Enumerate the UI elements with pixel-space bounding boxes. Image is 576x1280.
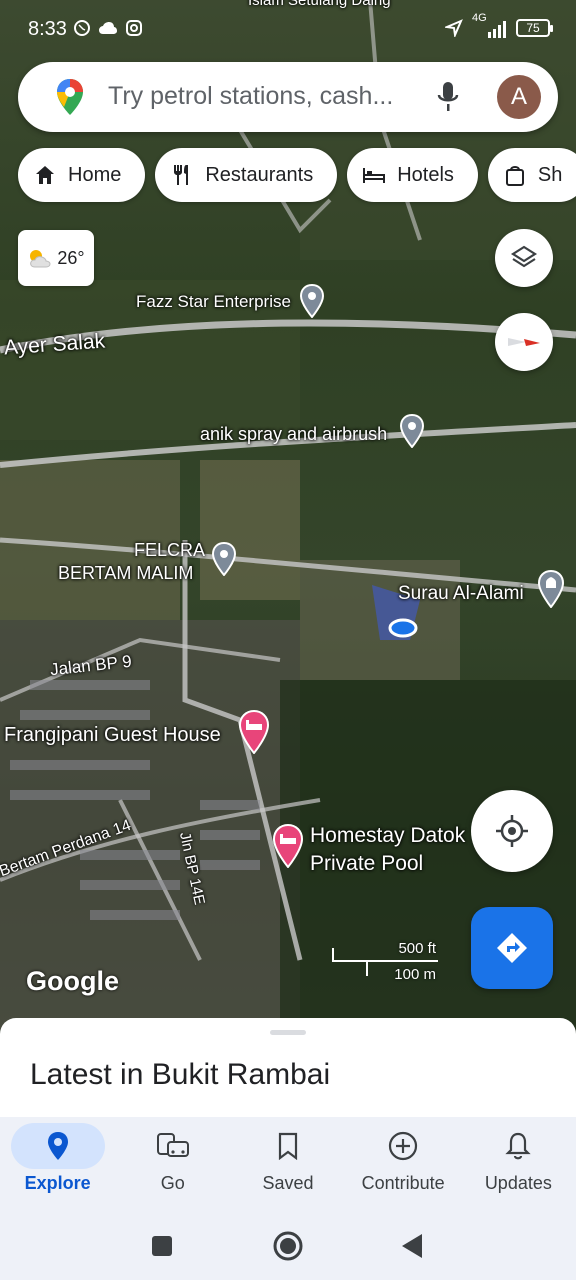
chip-label: Restaurants: [205, 163, 314, 186]
place-label-homestay-2[interactable]: Private Pool: [310, 852, 423, 876]
nav-label: Updates: [484, 1173, 552, 1193]
place-label-frangipani[interactable]: Frangipani Guest House: [4, 724, 221, 747]
hotel-pin-icon[interactable]: [239, 710, 269, 754]
directions-icon: [497, 933, 527, 963]
chip-label: Sh: [537, 163, 563, 186]
nav-contribute[interactable]: Contribute: [346, 1117, 461, 1210]
status-time: 8:33: [28, 18, 67, 40]
nav-explore[interactable]: Explore: [0, 1117, 115, 1210]
bell-icon: [505, 1131, 531, 1161]
nav-label: Explore: [24, 1173, 91, 1193]
signal-icon: 4G: [472, 12, 508, 38]
place-pin-icon[interactable]: [400, 414, 424, 448]
nav-saved[interactable]: Saved: [230, 1117, 345, 1210]
system-navigation-bar: [0, 1210, 576, 1280]
commute-icon: [156, 1131, 190, 1161]
mic-icon[interactable]: [436, 80, 460, 114]
sheet-title: Latest in Bukit Rambai: [30, 1058, 331, 1091]
sheet-drag-handle[interactable]: [270, 1030, 306, 1035]
google-logo: Google: [26, 966, 119, 996]
compass-button[interactable]: [495, 313, 553, 371]
nav-go[interactable]: Go: [115, 1117, 230, 1210]
shopping-bag-icon: [502, 162, 528, 188]
mosque-pin-icon[interactable]: [538, 570, 564, 608]
layers-icon: [510, 245, 538, 268]
google-maps-pin-icon: [57, 79, 83, 115]
cloud-icon: [98, 18, 118, 38]
home-icon: [32, 162, 58, 188]
avatar[interactable]: A: [497, 75, 541, 119]
explore-sheet[interactable]: Latest in Bukit Rambai: [0, 1018, 576, 1118]
place-pin-icon[interactable]: [212, 542, 236, 576]
compass-icon: [508, 338, 540, 346]
location-pin-icon: [47, 1131, 69, 1161]
category-chips: Home Restaurants Hotels Sh: [18, 148, 576, 202]
nav-label: Go: [160, 1173, 185, 1193]
layers-button[interactable]: [495, 229, 553, 287]
battery-icon: 75: [516, 19, 553, 37]
chip-home[interactable]: Home: [18, 148, 146, 202]
place-label-felcra[interactable]: FELCRA: [134, 540, 205, 561]
navigation-arrow-icon: [444, 18, 464, 38]
search-input[interactable]: Try petrol stations, cash...: [108, 82, 393, 111]
my-location-button[interactable]: [471, 790, 553, 872]
add-circle-icon: [388, 1131, 418, 1161]
map-scale: 500 ft 100 m: [330, 938, 440, 988]
instagram-icon: [124, 18, 144, 38]
back-icon[interactable]: [400, 1232, 424, 1260]
recent-apps-icon[interactable]: [150, 1234, 174, 1258]
home-circle-icon[interactable]: [272, 1230, 304, 1262]
nav-updates[interactable]: Updates: [461, 1117, 576, 1210]
place-label-homestay[interactable]: Homestay Datok: [310, 824, 465, 848]
chip-label: Home: [68, 163, 122, 186]
search-bar[interactable]: Try petrol stations, cash... A: [18, 62, 558, 132]
scale-m: 100 m: [394, 966, 436, 983]
partly-cloudy-icon: [30, 250, 51, 268]
chip-label: Hotels: [397, 163, 454, 186]
nav-label: Contribute: [361, 1173, 445, 1193]
weather-chip[interactable]: 26°: [18, 230, 94, 286]
place-label-surau[interactable]: Surau Al-Alami: [398, 583, 524, 605]
chip-hotels[interactable]: Hotels: [347, 148, 478, 202]
hotel-icon: [361, 162, 387, 188]
nav-label: Saved: [262, 1173, 314, 1193]
place-label-anik[interactable]: anik spray and airbrush: [200, 424, 387, 445]
whatsapp-icon: [72, 18, 92, 38]
status-bar: 8:33 4G 75: [0, 0, 576, 58]
bottom-navigation: Explore Go Saved Contribute Updates: [0, 1117, 576, 1210]
place-label-fazz[interactable]: Fazz Star Enterprise: [136, 292, 291, 312]
chip-restaurants[interactable]: Restaurants: [155, 148, 338, 202]
my-location-icon: [496, 815, 528, 847]
place-label-felcra-2[interactable]: BERTAM MALIM: [58, 563, 193, 584]
bookmark-icon: [277, 1131, 299, 1161]
directions-button[interactable]: [471, 907, 553, 989]
scale-ft: 500 ft: [398, 940, 436, 957]
weather-temp: 26°: [57, 247, 85, 268]
hotel-pin-icon[interactable]: [273, 824, 303, 868]
place-pin-icon[interactable]: [300, 284, 324, 318]
restaurant-icon: [169, 162, 195, 188]
chip-shopping[interactable]: Sh: [487, 148, 576, 202]
